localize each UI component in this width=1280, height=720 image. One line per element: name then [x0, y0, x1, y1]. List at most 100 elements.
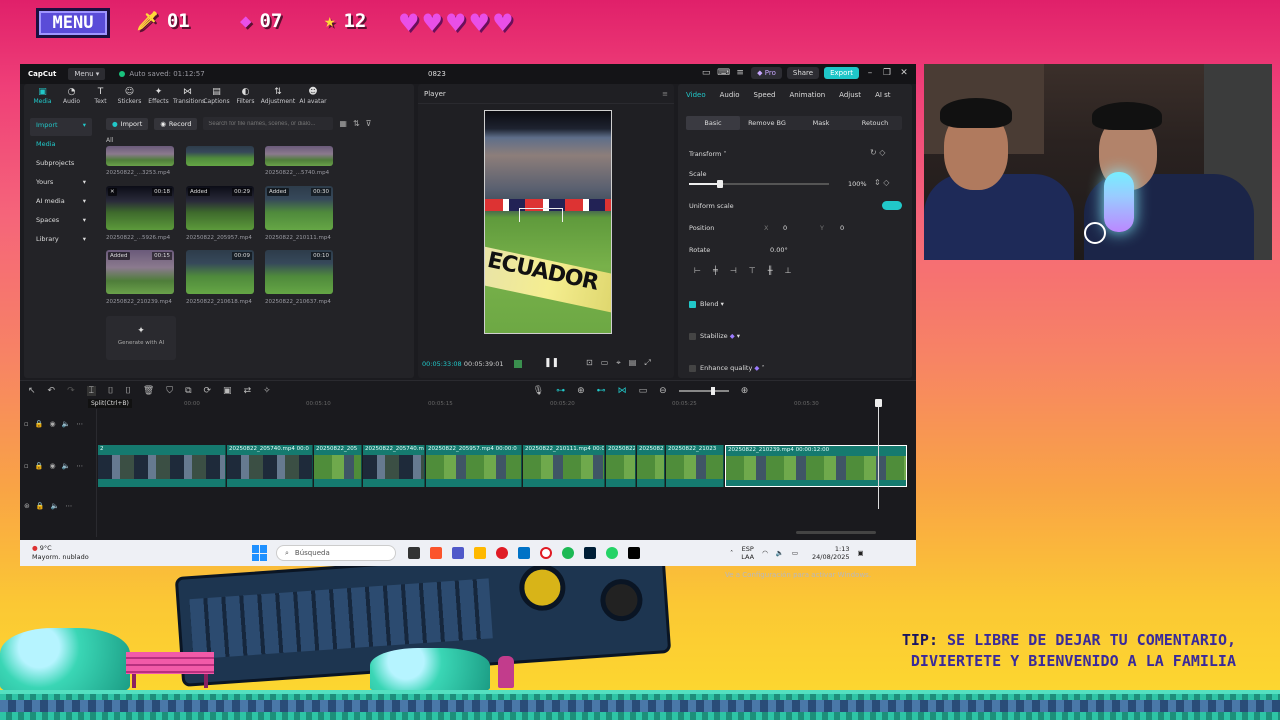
- timeline-clip[interactable]: 2: [98, 445, 226, 487]
- position-y[interactable]: 0: [840, 224, 844, 232]
- cursor-icon[interactable]: ↖: [28, 386, 36, 396]
- capcut-icon[interactable]: [628, 547, 640, 559]
- tab-captions[interactable]: ▤ Captions: [202, 87, 231, 107]
- timeline-clip[interactable]: 20250822: [637, 445, 665, 487]
- seg-retouch[interactable]: Retouch: [848, 116, 902, 130]
- media-thumb[interactable]: [265, 146, 333, 166]
- sidebar-item-subprojects[interactable]: Subprojects: [30, 156, 92, 174]
- lock-icon[interactable]: 🔒: [36, 502, 45, 510]
- redo-icon[interactable]: ↷: [67, 386, 75, 396]
- filter-funnel-icon[interactable]: ⊽: [366, 119, 372, 128]
- tab-text[interactable]: T Text: [86, 87, 115, 107]
- sidebar-item-ai-media[interactable]: AI media ▾: [30, 194, 92, 212]
- whatsapp-icon[interactable]: [606, 547, 618, 559]
- outlook-icon[interactable]: [518, 547, 530, 559]
- eye-icon[interactable]: ◉: [49, 462, 55, 470]
- zoom-slider[interactable]: [678, 387, 729, 395]
- menu-button[interactable]: MENU: [36, 8, 110, 38]
- filter-all[interactable]: All: [106, 137, 113, 144]
- spotify-icon[interactable]: [562, 547, 574, 559]
- track-lock-icon[interactable]: ▫: [24, 462, 29, 470]
- tab-ai-style[interactable]: AI st: [875, 91, 890, 99]
- seg-remove-bg[interactable]: Remove BG: [740, 116, 794, 130]
- speed-icon[interactable]: ⟳: [204, 386, 212, 396]
- sidebar-item-yours[interactable]: Yours ▾: [30, 175, 92, 193]
- track-lock-icon[interactable]: ▫: [24, 420, 29, 428]
- scale-value[interactable]: 100%: [848, 180, 867, 188]
- tab-transitions[interactable]: ⋈ Transitions: [173, 87, 205, 107]
- enhance-row[interactable]: Enhance quality ◆ ˄: [689, 364, 765, 372]
- blend-row[interactable]: Blend ▾: [689, 300, 724, 308]
- record-button[interactable]: ◉ Record: [154, 117, 198, 130]
- windows-start-icon[interactable]: [252, 545, 268, 561]
- fullscreen-icon[interactable]: ⤢: [644, 358, 650, 368]
- timeline-scrollbar[interactable]: [796, 531, 876, 534]
- sidebar-item-spaces[interactable]: Spaces ▾: [30, 213, 92, 231]
- sidebar-item-library[interactable]: Library ▾: [30, 232, 92, 250]
- mic-icon[interactable]: 🎙: [533, 386, 544, 396]
- lock-icon[interactable]: 🔒: [35, 462, 44, 470]
- weather-widget[interactable]: ● 9°C Mayorm. nublado: [32, 544, 112, 562]
- media-thumb[interactable]: Added 00:30: [265, 186, 333, 230]
- position-x[interactable]: 0: [783, 224, 787, 232]
- align-middle-icon[interactable]: ╫: [768, 266, 773, 275]
- folder-icon[interactable]: [474, 547, 486, 559]
- ai-tool-icon[interactable]: ✧: [263, 386, 271, 396]
- reset-icon[interactable]: ↻ ◇: [870, 148, 885, 157]
- clock[interactable]: 1:13 24/08/2025: [812, 545, 849, 561]
- timeline-clip[interactable]: 20250822_205: [314, 445, 362, 487]
- layout-icon[interactable]: ▭: [700, 68, 712, 78]
- tab-filters[interactable]: ◐ Filters: [231, 87, 260, 107]
- media-thumb[interactable]: [106, 146, 174, 166]
- timeline-clip[interactable]: 20250822_205740.m: [363, 445, 425, 487]
- quality-icon[interactable]: ▤: [629, 358, 637, 368]
- grid-view-icon[interactable]: ▦: [339, 119, 347, 128]
- opera-icon[interactable]: [496, 547, 508, 559]
- photoshop-icon[interactable]: [584, 547, 596, 559]
- close-icon[interactable]: ✕: [898, 68, 910, 78]
- speaker-icon[interactable]: 🔈: [51, 502, 60, 510]
- timeline-clip[interactable]: 20250822_21023: [666, 445, 724, 487]
- preview-axis-icon[interactable]: ⋈: [618, 386, 627, 396]
- seg-mask[interactable]: Mask: [794, 116, 848, 130]
- stabilize-row[interactable]: Stabilize ◆ ▾: [689, 332, 740, 340]
- sidebar-item-import[interactable]: Import ▾: [30, 118, 92, 136]
- timeline-clip[interactable]: 20250822_205957.mp4 00:00:0: [426, 445, 522, 487]
- align-right-icon[interactable]: ⊣: [730, 266, 737, 275]
- share-button[interactable]: Share: [786, 67, 820, 79]
- keyboard-icon[interactable]: ⌨: [717, 68, 730, 78]
- stabilize-checkbox[interactable]: [689, 332, 696, 340]
- timeline-clip-selected[interactable]: 20250822_210239.mp4 00:00:12:00: [725, 445, 907, 487]
- timeline-clip[interactable]: 20250822_210111.mp4 00:0: [523, 445, 605, 487]
- speaker-icon[interactable]: 🔈: [62, 420, 71, 428]
- magnet-icon[interactable]: ⊷: [597, 386, 606, 396]
- battery-icon[interactable]: ▭: [792, 549, 798, 557]
- teams-icon[interactable]: [452, 547, 464, 559]
- minimize-icon[interactable]: –: [864, 68, 876, 78]
- seg-basic[interactable]: Basic: [686, 116, 740, 130]
- taskbar-search[interactable]: ⌕ Búsqueda: [276, 545, 396, 561]
- crop-icon[interactable]: ⊡: [586, 358, 593, 368]
- tab-adjust[interactable]: Adjust: [839, 91, 861, 99]
- keyframe-icon[interactable]: ⇕ ◇: [874, 178, 889, 187]
- pro-button[interactable]: ◆ Pro: [751, 67, 782, 79]
- link-icon[interactable]: ⊶: [556, 386, 565, 396]
- remove-icon[interactable]: ✕: [108, 188, 117, 196]
- media-thumb[interactable]: 00:09: [186, 250, 254, 294]
- tab-ai-avatar[interactable]: ☻ AI avatar: [296, 87, 330, 107]
- tab-animation[interactable]: Animation: [789, 91, 825, 99]
- timeline-clip[interactable]: 20250822: [606, 445, 636, 487]
- media-search-input[interactable]: [203, 117, 334, 130]
- media-thumb[interactable]: Added 00:15: [106, 250, 174, 294]
- wifi-icon[interactable]: ◠: [762, 549, 768, 557]
- menu-lines-icon[interactable]: ≡: [662, 90, 668, 98]
- video-preview[interactable]: ECUADOR: [484, 110, 612, 334]
- zoom-out-icon[interactable]: ⊖: [659, 386, 667, 396]
- slider-handle[interactable]: [717, 180, 723, 188]
- split-icon[interactable]: ⌶: [86, 386, 97, 396]
- crop-tool-icon[interactable]: ⧉: [185, 386, 191, 396]
- timeline-clip[interactable]: 20250822_205740.mp4 00:0: [227, 445, 313, 487]
- tab-adjustment[interactable]: ⇅ Adjustment: [260, 87, 296, 107]
- align-top-icon[interactable]: ⊤: [749, 266, 756, 275]
- eye-icon[interactable]: ◉: [49, 420, 55, 428]
